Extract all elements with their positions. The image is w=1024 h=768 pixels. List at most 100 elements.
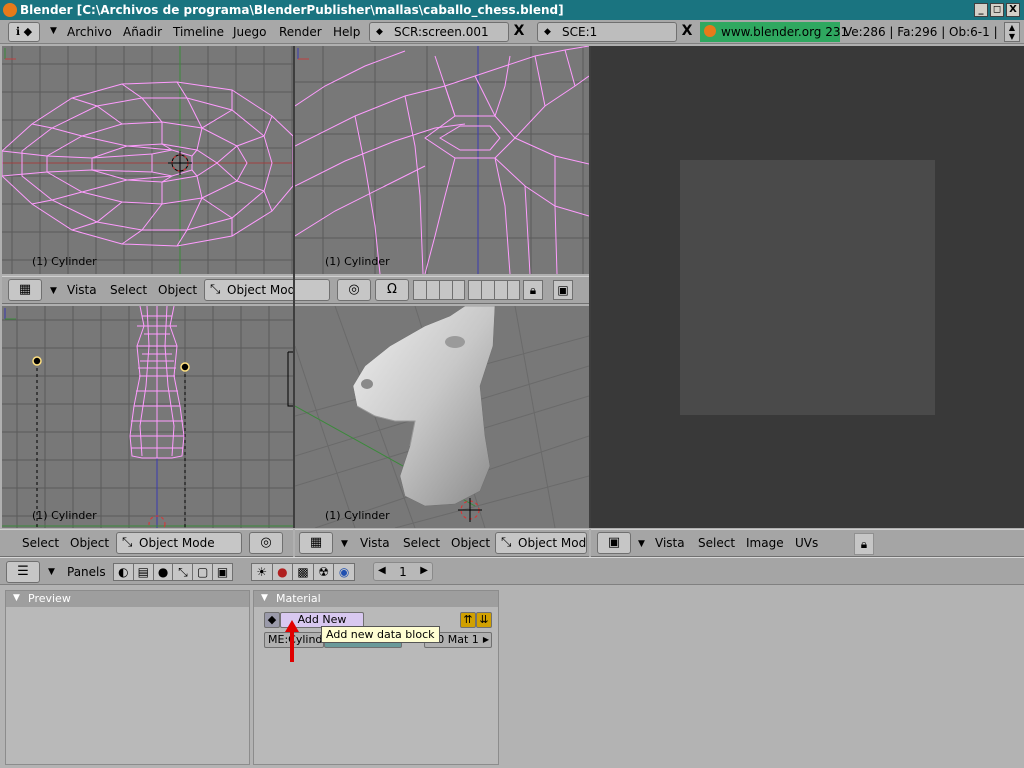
radiosity-context-icon[interactable]: ☢ [314,564,335,580]
menu-anadir[interactable]: Añadir [123,25,162,39]
updown-arrows-icon: ◆ [544,27,551,37]
lower-left-header: Select Object ⤡ Object Mode ◎ [0,529,293,557]
viewport-top-right[interactable]: (1) Cylinder [295,46,589,274]
menu-uvs[interactable]: UVs [795,536,818,550]
increment-arrow-icon[interactable]: ▶ [483,633,489,647]
collapse-menu-triangle-icon[interactable]: ▼ [48,567,55,577]
image-lock-icon[interactable]: 🔒︎ [854,533,874,555]
delete-scene-button[interactable]: X [677,22,697,42]
menu-timeline[interactable]: Timeline [173,25,224,39]
annotation-arrow-icon [285,620,299,662]
collapse-menu-triangle-icon[interactable]: ▼ [341,539,348,549]
pivot-icon[interactable]: Ω [375,279,409,301]
buttons-window-type-icon[interactable]: ☰ [6,561,40,583]
world-context-icon[interactable]: ◉ [334,564,354,580]
render-preview-icon[interactable]: ▣ [553,280,573,300]
scene-context-icon[interactable]: ▣ [213,564,232,580]
menu-vista[interactable]: Vista [360,536,390,550]
lower-mid-header: ▦ ▼ Vista Select Object ⤡ Object Mod [295,529,589,557]
frame-number-field[interactable]: ◀ 1 ▶ [373,562,433,581]
shaded-horse-view [295,306,589,528]
object-mode-selector[interactable]: ⤡ Object Mode [116,532,242,554]
lamp-context-icon[interactable]: ☀ [252,564,273,580]
material-panel-header[interactable]: ▼ Material [254,591,498,607]
viewport-bottom-right[interactable]: (1) Cylinder [295,306,589,528]
header-scroll-arrows-icon[interactable]: ▲ ▼ [1004,22,1020,42]
panels-menu[interactable]: Panels [67,565,106,579]
object-mode-selector[interactable]: ⤡ Object Mod [495,532,587,554]
menu-object[interactable]: Object [451,536,490,550]
collapse-menu-triangle-icon[interactable]: ▼ [50,286,57,296]
window-title: Blender [C:\Archivos de programa\Blender… [20,3,564,17]
delete-screen-button[interactable]: X [509,22,529,42]
pin-down-icon[interactable]: ⇊ [476,612,492,628]
menu-object[interactable]: Object [70,536,109,550]
lock-icon[interactable]: 🔒︎ [523,280,543,300]
menu-select[interactable]: Select [698,536,735,550]
menu-object[interactable]: Object [158,283,197,297]
material-context-icon[interactable]: ● [273,564,294,580]
shading-context-icon[interactable]: ● [154,564,174,580]
draw-type-icon[interactable]: ◎ [249,532,283,554]
collapse-menu-triangle-icon[interactable]: ▼ [638,539,645,549]
menu-help[interactable]: Help [333,25,360,39]
texture-context-icon[interactable]: ▩ [293,564,314,580]
grid-window-type-icon[interactable]: ▦ [8,279,42,301]
preview-panel: ▼ Preview [5,590,250,765]
menu-select[interactable]: Select [22,536,59,550]
vertical-splitter[interactable] [293,46,295,528]
image-window-type-icon[interactable]: ▣ [597,532,631,554]
menu-archivo[interactable]: Archivo [67,25,112,39]
pin-up-icon[interactable]: ⇈ [460,612,476,628]
preview-panel-header[interactable]: ▼ Preview [6,591,249,607]
draw-type-icon[interactable]: ◎ [337,279,371,301]
menu-select[interactable]: Select [110,283,147,297]
scene-stats: Ve:286 | Fa:296 | Ob:6-1 | La: [844,25,1002,39]
menu-render[interactable]: Render [279,25,322,39]
menu-select[interactable]: Select [403,536,440,550]
screen-selector[interactable]: ◆ SCR:screen.001 [369,22,509,42]
buttons-window-header: ☰ ▼ Panels ◐ ▤ ● ⤡ ▢ ▣ ☀ ● ▩ ☢ ◉ ◀ 1 ▶ [0,557,1024,585]
blender-url: www.blender.org 231 [721,25,849,39]
layer-buttons-row1[interactable] [413,280,465,300]
material-index-value: 0 Mat 1 [437,633,479,646]
close-window-button[interactable]: X [1006,3,1020,17]
panel-collapse-triangle-icon[interactable]: ▼ [261,591,268,606]
menu-vista[interactable]: Vista [655,536,685,550]
image-editor-area[interactable] [591,46,1024,528]
increment-arrow-icon[interactable]: ▶ [420,565,428,576]
scene-name: SCE:1 [562,25,598,39]
object-mode-icon: ⤡ [501,535,512,550]
logic-context-icon[interactable]: ◐ [114,564,134,580]
editing-context-icon[interactable]: ▢ [193,564,214,580]
viewport-top-left[interactable]: (1) Cylinder [2,46,293,274]
info-window-type-icon[interactable]: ℹ ◆ [8,22,40,42]
grid-window-type-icon[interactable]: ▦ [299,532,333,554]
menu-image[interactable]: Image [746,536,784,550]
viewport-bottom-left[interactable]: (1) Cylinder [2,306,293,528]
object-context-icon[interactable]: ⤡ [173,564,194,580]
upper-viewport-header: ▦ ▼ Vista Select Object ⤡ Object Mod ◎ Ω… [2,276,589,304]
axis-indicator-icon [4,308,16,320]
panel-collapse-triangle-icon[interactable]: ▼ [13,591,20,606]
menu-juego[interactable]: Juego [233,25,267,39]
menu-vista[interactable]: Vista [67,283,97,297]
minimize-button[interactable]: _ [974,3,988,17]
window-titlebar: Blender [C:\Archivos de programa\Blender… [0,0,1024,20]
layer-buttons-row2[interactable] [468,280,520,300]
collapse-menu-triangle-icon[interactable]: ▼ [50,26,57,36]
blender-url-badge[interactable]: www.blender.org 231 [700,22,848,42]
axis-indicator-icon [4,48,16,60]
image-canvas [680,160,935,415]
context-buttons-group: ◐ ▤ ● ⤡ ▢ ▣ [113,563,233,581]
object-mode-selector[interactable]: ⤡ Object Mod [204,279,330,301]
zoomed-wireframe [295,46,589,274]
maximize-button[interactable]: ◻ [990,3,1004,17]
mode-label: Object Mode [139,536,215,550]
scene-selector[interactable]: ◆ SCE:1 [537,22,677,42]
script-context-icon[interactable]: ▤ [134,564,154,580]
shading-subcontext-group: ☀ ● ▩ ☢ ◉ [251,563,355,581]
material-browse-icon[interactable]: ◆ [264,612,280,628]
screen-name: SCR:screen.001 [394,25,489,39]
viewport-object-label: (1) Cylinder [32,509,97,522]
